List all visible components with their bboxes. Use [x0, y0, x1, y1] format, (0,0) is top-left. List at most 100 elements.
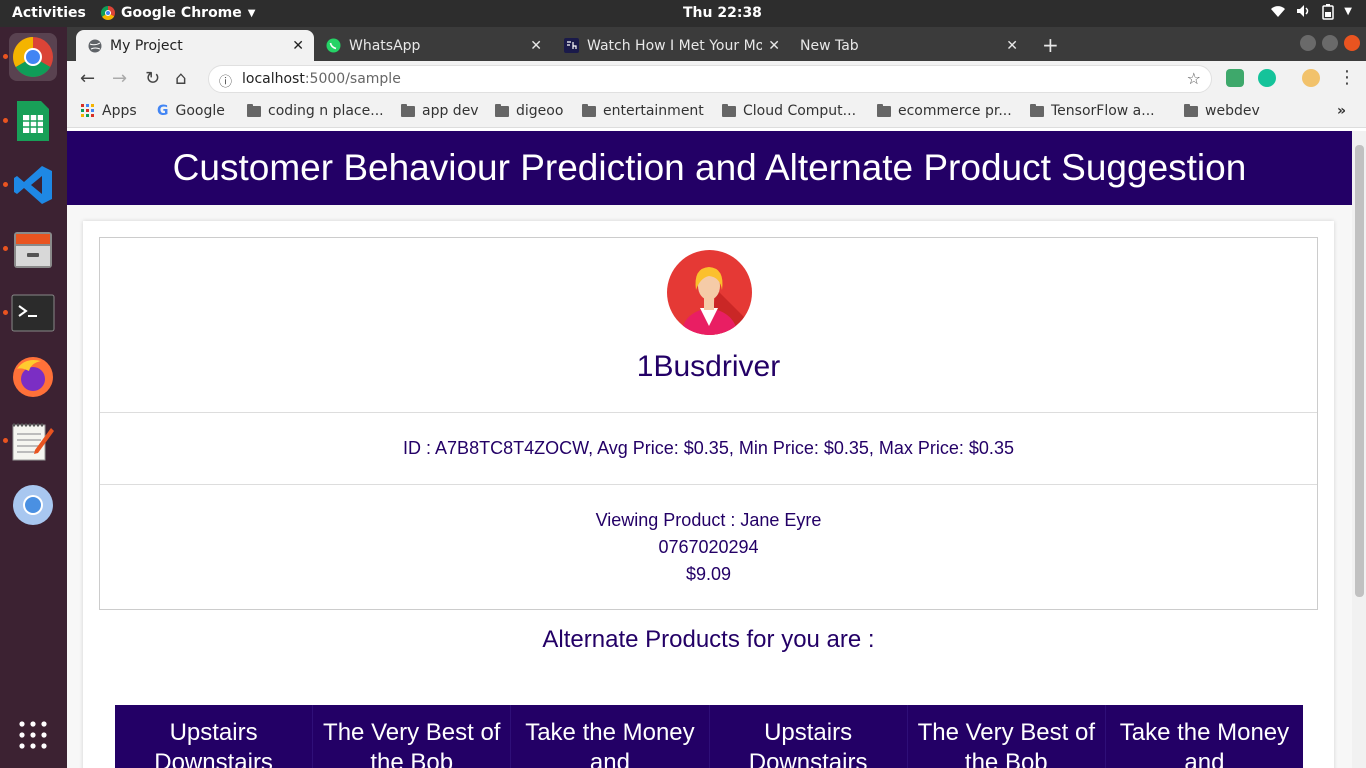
minimize-button[interactable] — [1300, 35, 1316, 51]
close-tab-icon[interactable]: ✕ — [1006, 38, 1018, 54]
dock-text-editor[interactable] — [3, 417, 57, 465]
close-tab-icon[interactable]: ✕ — [292, 38, 304, 54]
bookmark-folder[interactable]: Cloud Comput... — [722, 103, 856, 119]
close-window-button[interactable] — [1344, 35, 1360, 51]
dock-firefox[interactable] — [9, 353, 57, 401]
user-avatar-icon — [681, 267, 752, 335]
browser-toolbar: ← → ↻ ⌂ ⓘ localhost:5000/sample ☆ ⋮ — [67, 61, 1366, 97]
dock-chrome[interactable] — [3, 33, 57, 81]
text-editor-icon — [12, 423, 54, 461]
bookmark-apps[interactable]: Apps — [81, 103, 137, 119]
chrome-icon — [13, 37, 53, 77]
bookmark-folder[interactable]: webdev — [1184, 103, 1260, 119]
firefox-icon — [13, 357, 53, 397]
vscode-icon — [14, 166, 52, 204]
tab-whatsapp[interactable]: WhatsApp ✕ — [314, 30, 552, 61]
tab-title: Watch How I Met Your Mo — [587, 37, 763, 54]
url-text: localhost:5000/sample — [242, 71, 401, 87]
grammarly-icon[interactable] — [1258, 69, 1276, 87]
running-indicator — [3, 310, 8, 315]
dock-files[interactable] — [3, 225, 57, 273]
bookmark-label: entertainment — [603, 103, 704, 119]
product-card[interactable]: Upstairs Downstairs — [115, 705, 314, 768]
url-host: localhost — [242, 71, 305, 87]
scrollbar-thumb[interactable] — [1355, 145, 1364, 597]
page-scrollbar[interactable] — [1352, 131, 1366, 768]
product-card[interactable]: Take the Money and — [1106, 705, 1303, 768]
running-indicator — [3, 182, 8, 187]
bookmark-folder[interactable]: app dev — [401, 103, 479, 119]
tab-strip: My Project ✕ WhatsApp ✕ Watch How I Met … — [67, 27, 1366, 61]
bookmark-label: ecommerce pr... — [898, 103, 1012, 119]
forward-arrow-icon[interactable]: → — [112, 68, 127, 89]
bookmark-label: coding n place... — [268, 103, 384, 119]
bookmark-label: app dev — [422, 103, 479, 119]
activities-button[interactable]: Activities — [12, 5, 86, 21]
running-indicator — [3, 246, 8, 251]
tab-title: New Tab — [800, 37, 859, 54]
clock[interactable]: Thu 22:38 — [683, 5, 762, 21]
bookmark-folder[interactable]: coding n place... — [247, 103, 384, 119]
bookmark-label: Google — [175, 103, 225, 119]
content-card: 1Busdriver ID : A7B8TC8T4ZOCW, Avg Price… — [83, 221, 1334, 768]
maximize-button[interactable] — [1322, 35, 1338, 51]
tab-how-i-met-your-mother[interactable]: Watch How I Met Your Mo ✕ — [552, 30, 790, 61]
folder-icon — [401, 103, 415, 117]
ubuntu-dock — [0, 27, 67, 768]
bookmark-star-icon[interactable]: ☆ — [1187, 69, 1201, 88]
apps-grid-icon — [19, 721, 47, 749]
back-arrow-icon[interactable]: ← — [80, 68, 95, 89]
info-icon[interactable]: ⓘ — [219, 71, 232, 90]
close-tab-icon[interactable]: ✕ — [530, 38, 542, 54]
tab-my-project[interactable]: My Project ✕ — [76, 30, 314, 61]
alternate-products-row: Upstairs Downstairs The Very Best of the… — [115, 705, 1303, 768]
tab-title: WhatsApp — [349, 37, 421, 54]
dock-terminal[interactable] — [3, 289, 57, 337]
new-tab-button[interactable]: + — [1042, 33, 1059, 57]
bookmark-label: TensorFlow a... — [1051, 103, 1155, 119]
product-card[interactable]: Upstairs Downstairs — [710, 705, 908, 768]
reload-icon[interactable]: ↻ — [145, 68, 160, 89]
battery-icon — [1322, 4, 1335, 24]
app-menu[interactable]: Google Chrome ▼ — [101, 5, 255, 21]
dock-vscode[interactable] — [3, 161, 57, 209]
folder-icon — [495, 103, 509, 117]
bookmark-folder[interactable]: ecommerce pr... — [877, 103, 1012, 119]
bookmarks-overflow-icon[interactable]: » — [1337, 103, 1346, 119]
product-card[interactable]: Take the Money and — [511, 705, 710, 768]
address-bar[interactable]: ⓘ localhost:5000/sample ☆ — [208, 65, 1212, 93]
window-controls — [1300, 35, 1360, 51]
app-menu-label: Google Chrome — [121, 5, 242, 21]
wifi-icon — [1270, 4, 1286, 24]
extension-icon[interactable] — [1226, 69, 1244, 87]
bookmark-folder[interactable]: entertainment — [582, 103, 704, 119]
product-card[interactable]: The Very Best of the Bob — [313, 705, 512, 768]
volume-icon — [1296, 4, 1312, 24]
profile-avatar[interactable] — [1302, 69, 1320, 87]
tab-new-tab[interactable]: New Tab ✕ — [790, 30, 1028, 61]
bookmark-label: webdev — [1205, 103, 1260, 119]
bookmark-folder[interactable]: TensorFlow a... — [1030, 103, 1155, 119]
bookmark-label: Apps — [102, 103, 137, 119]
dock-spreadsheet[interactable] — [3, 97, 57, 145]
show-applications-button[interactable] — [9, 711, 57, 759]
viewing-product-code: 0767020294 — [658, 537, 759, 557]
system-top-bar: Activities Google Chrome ▼ Thu 22:38 ▼ — [0, 0, 1366, 27]
running-indicator — [3, 118, 8, 123]
bookmark-google[interactable]: G Google — [157, 103, 225, 119]
home-icon[interactable]: ⌂ — [175, 68, 186, 89]
viewing-product-title: Viewing Product : Jane Eyre — [595, 510, 822, 530]
apps-grid-icon — [81, 104, 94, 117]
close-tab-icon[interactable]: ✕ — [768, 38, 780, 54]
customer-stats: ID : A7B8TC8T4ZOCW, Avg Price: $0.35, Mi… — [403, 438, 1014, 458]
bookmark-folder[interactable]: digeoo — [495, 103, 563, 119]
dock-chromium[interactable] — [9, 481, 57, 529]
folder-icon — [722, 103, 736, 117]
alternate-products-heading: Alternate Products for you are : — [542, 626, 875, 653]
system-tray[interactable]: ▼ — [1270, 4, 1352, 24]
terminal-icon — [11, 294, 55, 332]
customer-info-box: 1Busdriver ID : A7B8TC8T4ZOCW, Avg Price… — [99, 237, 1318, 610]
product-card[interactable]: The Very Best of the Bob — [908, 705, 1106, 768]
more-menu-icon[interactable]: ⋮ — [1338, 67, 1356, 88]
web-page: Customer Behaviour Prediction and Altern… — [67, 131, 1352, 768]
